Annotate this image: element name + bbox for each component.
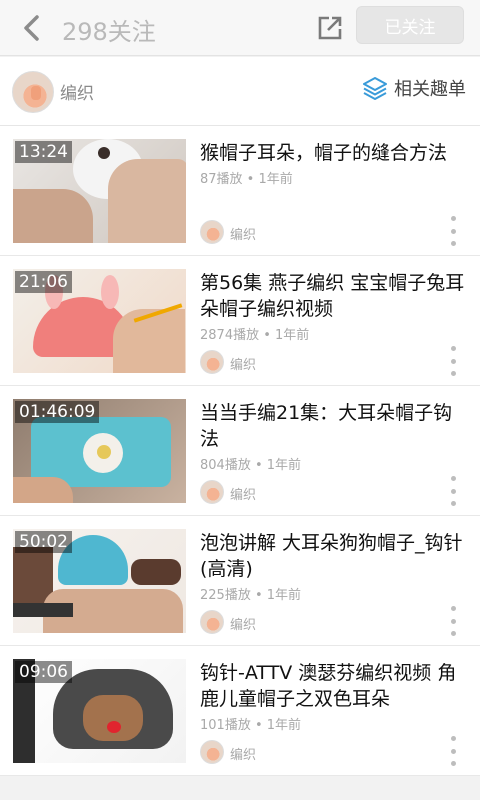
more-options-button[interactable] [444, 476, 462, 506]
thumbnail-art [101, 275, 119, 309]
thumbnail-art [97, 445, 111, 459]
video-duration: 01:46:09 [15, 401, 100, 423]
share-button[interactable] [310, 8, 350, 48]
video-duration: 13:24 [15, 141, 72, 163]
video-meta: 2874播放 • 1年前 [200, 328, 310, 343]
follow-button[interactable]: 已关注 [356, 6, 464, 44]
thumbnail-art [107, 721, 121, 733]
thumbnail-art [108, 159, 186, 243]
chevron-left-icon [24, 15, 39, 41]
share-icon [318, 16, 342, 40]
more-vertical-icon [450, 618, 456, 624]
video-title[interactable]: 第56集 燕子编织 宝宝帽子兔耳朵帽子编织视频 [200, 270, 470, 322]
video-thumbnail[interactable]: 09:06 [13, 659, 186, 763]
thumbnail-art [83, 695, 143, 741]
more-vertical-icon [450, 488, 456, 494]
channel-name[interactable]: 编织 [230, 224, 256, 243]
channel-avatar[interactable] [200, 740, 224, 764]
channel-avatar[interactable] [200, 610, 224, 634]
video-title[interactable]: 钩针-ATTV 澳瑟芬编织视频 角鹿儿童帽子之双色耳朵 [200, 660, 470, 712]
channel-name[interactable]: 编织 [230, 484, 256, 503]
video-title[interactable]: 当当手编21集：大耳朵帽子钩法 [200, 400, 470, 452]
related-list-button[interactable]: 相关趣单 [362, 75, 466, 101]
video-title[interactable]: 泡泡讲解 大耳朵狗狗帽子_钩针(高清) [200, 530, 470, 582]
top-bar: 298关注 已关注 [0, 0, 480, 56]
video-meta: 804播放 • 1年前 [200, 458, 302, 473]
related-list-label: 相关趣单 [394, 79, 466, 100]
more-vertical-icon [450, 761, 456, 766]
video-thumbnail[interactable]: 01:46:09 [13, 399, 186, 503]
video-thumbnail[interactable]: 13:24 [13, 139, 186, 243]
channel-avatar[interactable] [200, 480, 224, 504]
video-title[interactable]: 猴帽子耳朵，帽子的缝合方法 [200, 140, 470, 166]
more-vertical-icon [450, 736, 456, 741]
video-meta: 225播放 • 1年前 [200, 588, 302, 603]
more-options-button[interactable] [444, 216, 462, 246]
back-button[interactable] [14, 10, 50, 46]
channel-name[interactable]: 编织 [230, 744, 256, 763]
thumbnail-art [98, 147, 110, 159]
video-meta: 101播放 • 1年前 [200, 718, 302, 733]
video-list: 13:24 猴帽子耳朵，帽子的缝合方法 87播放 • 1年前 编织 21:06 … [0, 126, 480, 776]
more-vertical-icon [450, 371, 456, 376]
channel-name[interactable]: 编织 [230, 614, 256, 633]
more-vertical-icon [450, 216, 456, 221]
video-thumbnail[interactable]: 50:02 [13, 529, 186, 633]
video-item[interactable]: 21:06 第56集 燕子编织 宝宝帽子兔耳朵帽子编织视频 2874播放 • 1… [0, 256, 480, 386]
more-vertical-icon [450, 748, 456, 754]
thumbnail-art [13, 603, 73, 617]
more-vertical-icon [450, 606, 456, 611]
thumbnail-art [13, 477, 73, 503]
thumbnail-art [13, 189, 93, 243]
more-vertical-icon [450, 501, 456, 506]
more-vertical-icon [450, 476, 456, 481]
video-duration: 09:06 [15, 661, 72, 683]
avatar[interactable] [12, 71, 54, 113]
more-options-button[interactable] [444, 346, 462, 376]
more-vertical-icon [450, 631, 456, 636]
thumbnail-art [131, 559, 181, 585]
more-options-button[interactable] [444, 736, 462, 766]
more-vertical-icon [450, 228, 456, 234]
channel-avatar[interactable] [200, 350, 224, 374]
more-vertical-icon [450, 346, 456, 351]
video-meta: 87播放 • 1年前 [200, 172, 293, 187]
layers-icon [363, 77, 387, 100]
more-vertical-icon [450, 358, 456, 364]
thumbnail-art [113, 309, 185, 373]
video-item[interactable]: 50:02 泡泡讲解 大耳朵狗狗帽子_钩针(高清) 225播放 • 1年前 编织 [0, 516, 480, 646]
channel-name[interactable]: 编织 [230, 354, 256, 373]
video-thumbnail[interactable]: 21:06 [13, 269, 186, 373]
video-item[interactable]: 13:24 猴帽子耳朵，帽子的缝合方法 87播放 • 1年前 编织 [0, 126, 480, 256]
more-options-button[interactable] [444, 606, 462, 636]
channel-avatar[interactable] [200, 220, 224, 244]
more-vertical-icon [450, 241, 456, 246]
video-duration: 21:06 [15, 271, 72, 293]
video-duration: 50:02 [15, 531, 72, 553]
channel-name[interactable]: 编织 [60, 79, 94, 104]
video-item[interactable]: 09:06 钩针-ATTV 澳瑟芬编织视频 角鹿儿童帽子之双色耳朵 101播放 … [0, 646, 480, 776]
video-item[interactable]: 01:46:09 当当手编21集：大耳朵帽子钩法 804播放 • 1年前 编织 [0, 386, 480, 516]
page-title: 298关注 [62, 18, 156, 46]
channel-bar: 编织 相关趣单 [0, 57, 480, 126]
